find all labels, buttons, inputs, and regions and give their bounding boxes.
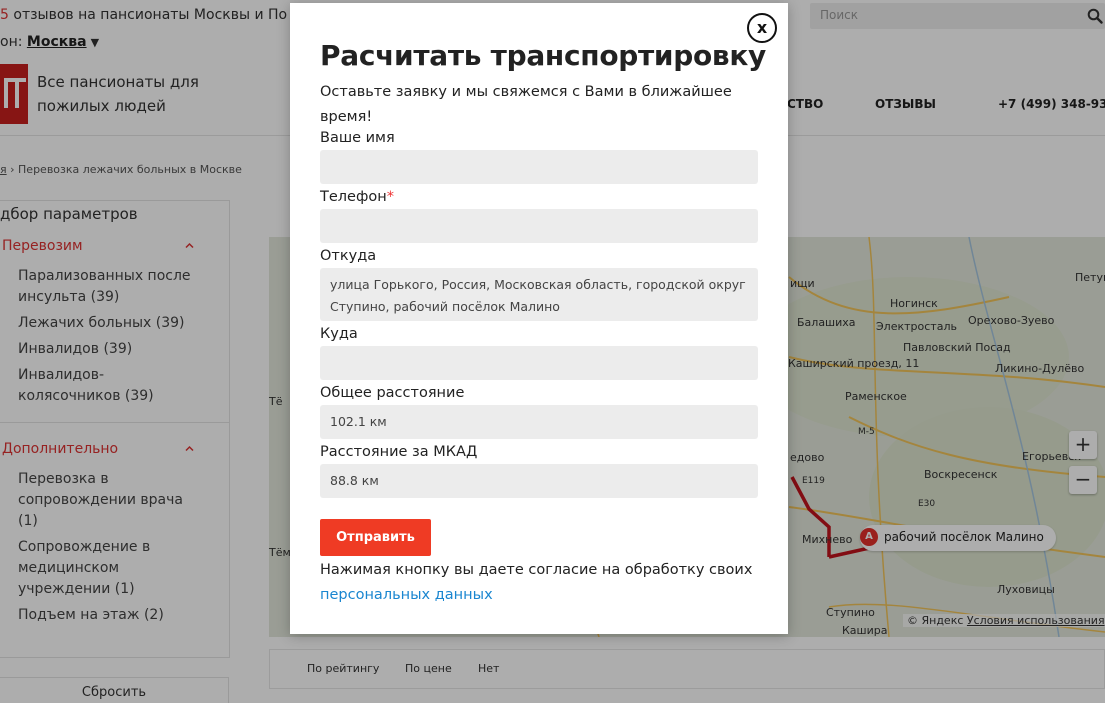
- mkad-distance-label: Расстояние за МКАД: [320, 444, 478, 460]
- from-field[interactable]: улица Горького, Россия, Московская облас…: [320, 268, 758, 321]
- name-field[interactable]: [320, 150, 758, 184]
- personal-data-link[interactable]: персональных данных: [320, 587, 493, 603]
- modal-subtitle: Оставьте заявку и мы свяжемся с Вами в б…: [320, 84, 732, 125]
- consent-text-body: Нажимая кнопку вы даете согласие на обра…: [320, 562, 753, 578]
- distance-field[interactable]: 102.1 км: [320, 405, 758, 439]
- phone-label-text: Телефон: [320, 189, 387, 205]
- transport-calc-modal: x Расчитать транспортировку Оставьте зая…: [290, 3, 788, 634]
- required-marker: *: [386, 189, 394, 205]
- submit-button[interactable]: Отправить: [320, 519, 431, 556]
- from-label: Откуда: [320, 248, 377, 264]
- distance-label: Общее расстояние: [320, 385, 465, 401]
- to-field[interactable]: [320, 346, 758, 380]
- phone-field[interactable]: [320, 209, 758, 243]
- modal-title: Расчитать транспортировку: [320, 39, 766, 72]
- name-label: Ваше имя: [320, 130, 395, 146]
- to-label: Куда: [320, 326, 358, 342]
- mkad-distance-field[interactable]: 88.8 км: [320, 464, 758, 498]
- phone-label: Телефон*: [320, 189, 394, 205]
- consent-text: Нажимая кнопку вы даете согласие на обра…: [320, 558, 760, 608]
